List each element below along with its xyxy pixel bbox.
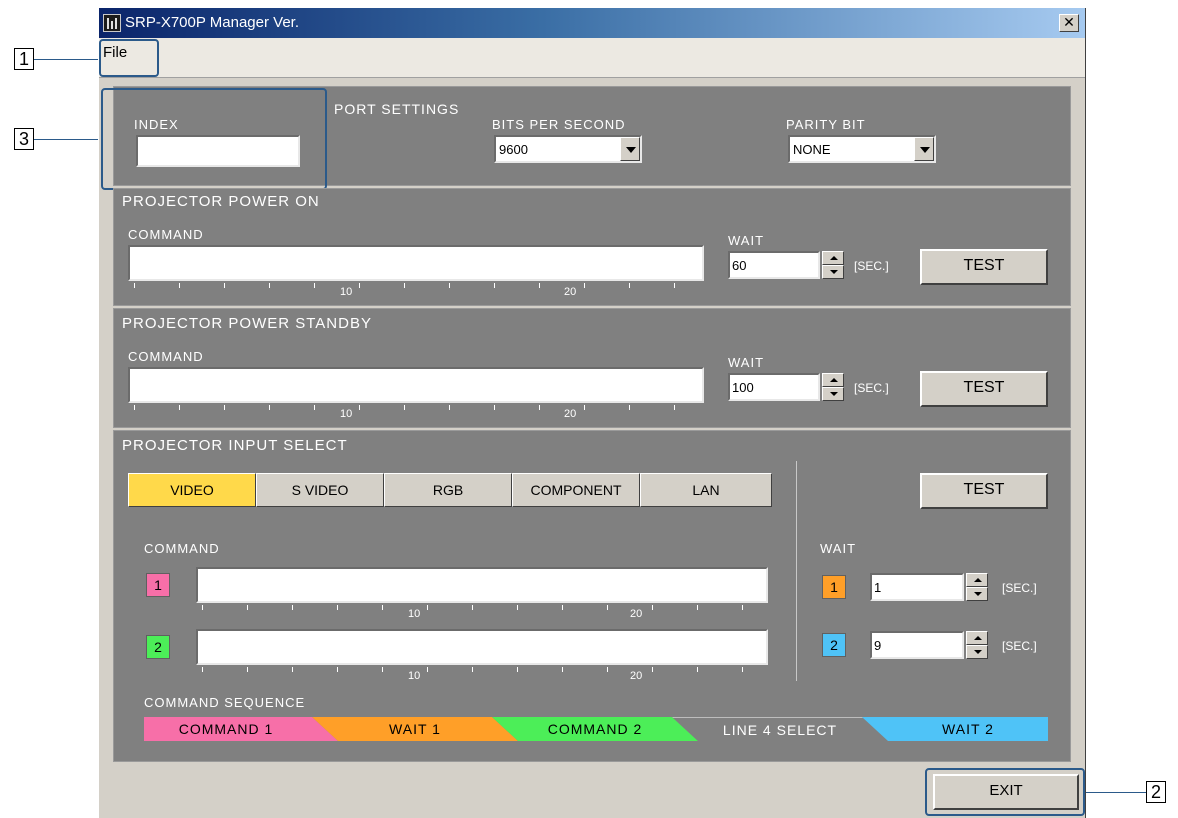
ruler-20: 20 — [630, 608, 643, 620]
wait-2-badge: 2 — [822, 633, 846, 657]
sequence-command-1: COMMAND 1 — [144, 717, 338, 741]
spin-up-icon[interactable] — [822, 373, 844, 387]
window-title: SRP-X700P Manager Ver. — [125, 14, 299, 31]
wait-1-value: 1 — [874, 580, 882, 595]
bps-value: 9600 — [499, 142, 528, 157]
ruler-20: 20 — [564, 286, 577, 298]
sequence-command-2: COMMAND 2 — [492, 717, 698, 741]
callout-2-line — [1084, 792, 1146, 793]
app-window: SRP-X700P Manager Ver. ✕ File INDEX PORT… — [98, 8, 1086, 818]
power-on-wait-value: 60 — [732, 258, 747, 273]
power-on-command-label: COMMAND — [128, 227, 204, 242]
spin-down-icon[interactable] — [822, 265, 844, 279]
parity-value: NONE — [793, 142, 831, 157]
power-on-panel: PROJECTOR POWER ON COMMAND 10 20 WAIT 60… — [113, 188, 1071, 306]
tab-video[interactable]: VIDEO — [128, 473, 256, 507]
command-sequence-bar: COMMAND 1 WAIT 1 COMMAND 2 LINE 4 SELECT… — [144, 717, 1048, 741]
spin-down-icon[interactable] — [966, 587, 988, 601]
power-on-wait-label: WAIT — [728, 233, 765, 248]
command-sequence-label: COMMAND SEQUENCE — [144, 695, 306, 710]
command-2-badge: 2 — [146, 635, 170, 659]
wait-1-unit: [SEC.] — [1002, 581, 1037, 595]
power-on-command-input[interactable] — [128, 245, 704, 281]
tab-rgb[interactable]: RGB — [384, 473, 512, 507]
bps-label: BITS PER SECOND — [492, 117, 626, 132]
input-command-label: COMMAND — [144, 541, 220, 556]
bps-select[interactable]: 9600 — [494, 135, 642, 163]
sequence-wait-2: WAIT 2 — [862, 717, 1048, 741]
close-button[interactable]: ✕ — [1059, 14, 1079, 32]
ruler-20: 20 — [630, 670, 643, 682]
power-on-unit: [SEC.] — [854, 259, 889, 273]
input-tabs: VIDEO S VIDEO RGB COMPONENT LAN — [128, 473, 772, 507]
power-on-header: PROJECTOR POWER ON — [122, 193, 320, 210]
spin-down-icon[interactable] — [822, 387, 844, 401]
spin-down-icon[interactable] — [966, 645, 988, 659]
wait-2-stepper[interactable]: 9 — [870, 631, 998, 659]
wait-1-badge: 1 — [822, 575, 846, 599]
tab-lan[interactable]: LAN — [640, 473, 772, 507]
chevron-down-icon[interactable] — [620, 137, 640, 161]
ruler-10: 10 — [340, 286, 353, 298]
callout-3-highlight — [101, 88, 327, 190]
spin-up-icon[interactable] — [966, 631, 988, 645]
callout-3-line — [34, 139, 100, 140]
input-select-panel: PROJECTOR INPUT SELECT VIDEO S VIDEO RGB… — [113, 430, 1071, 762]
sequence-line-4-select: LINE 4 SELECT — [672, 717, 888, 741]
menu-bar: File — [99, 38, 1085, 78]
input-wait-label: WAIT — [820, 541, 857, 556]
power-standby-wait-value: 100 — [732, 380, 754, 395]
command-1-input[interactable] — [196, 567, 768, 603]
spin-up-icon[interactable] — [966, 573, 988, 587]
command-2-input[interactable] — [196, 629, 768, 665]
callout-2: 2 — [1146, 781, 1166, 803]
power-standby-header: PROJECTOR POWER STANDBY — [122, 315, 372, 332]
power-standby-test-button[interactable]: TEST — [920, 371, 1048, 407]
power-standby-unit: [SEC.] — [854, 381, 889, 395]
power-standby-ruler: 10 20 — [134, 405, 694, 423]
title-bar[interactable]: SRP-X700P Manager Ver. ✕ — [99, 8, 1085, 38]
input-select-test-button[interactable]: TEST — [920, 473, 1048, 509]
close-icon: ✕ — [1063, 14, 1075, 30]
wait-1-stepper[interactable]: 1 — [870, 573, 998, 601]
equalizer-icon — [103, 14, 121, 32]
ruler-10: 10 — [408, 608, 421, 620]
power-on-ruler: 10 20 — [134, 283, 694, 301]
spin-up-icon[interactable] — [822, 251, 844, 265]
callout-1-highlight — [99, 39, 159, 77]
ruler-10: 10 — [340, 408, 353, 420]
vertical-divider — [796, 461, 797, 681]
command-1-ruler: 10 20 — [202, 605, 762, 623]
parity-label: PARITY BIT — [786, 117, 866, 132]
callout-1-line — [34, 59, 100, 60]
sequence-wait-1: WAIT 1 — [312, 717, 518, 741]
callout-3: 3 — [14, 128, 34, 150]
callout-1: 1 — [14, 48, 34, 70]
wait-2-unit: [SEC.] — [1002, 639, 1037, 653]
power-standby-panel: PROJECTOR POWER STANDBY COMMAND 10 20 WA… — [113, 308, 1071, 428]
power-standby-wait-label: WAIT — [728, 355, 765, 370]
tab-s-video[interactable]: S VIDEO — [256, 473, 384, 507]
power-standby-wait-stepper[interactable]: 100 — [728, 373, 848, 401]
power-on-wait-stepper[interactable]: 60 — [728, 251, 848, 279]
ruler-10: 10 — [408, 670, 421, 682]
power-standby-command-label: COMMAND — [128, 349, 204, 364]
chevron-down-icon[interactable] — [914, 137, 934, 161]
power-on-test-button[interactable]: TEST — [920, 249, 1048, 285]
wait-2-value: 9 — [874, 638, 882, 653]
tab-component[interactable]: COMPONENT — [512, 473, 640, 507]
parity-select[interactable]: NONE — [788, 135, 936, 163]
ruler-20: 20 — [564, 408, 577, 420]
command-2-ruler: 10 20 — [202, 667, 762, 685]
callout-2-highlight — [925, 768, 1085, 816]
power-standby-command-input[interactable] — [128, 367, 704, 403]
port-settings-header: PORT SETTINGS — [334, 101, 460, 117]
command-1-badge: 1 — [146, 573, 170, 597]
input-select-header: PROJECTOR INPUT SELECT — [122, 437, 348, 454]
